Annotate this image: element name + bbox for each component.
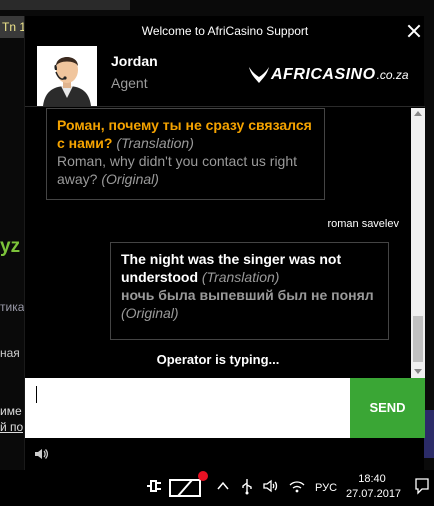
scroll-up-arrow-icon[interactable] — [414, 111, 422, 116]
wifi-icon[interactable] — [288, 478, 306, 494]
input-language[interactable]: РУС — [315, 482, 337, 494]
chat-title: Welcome to AfriCasino Support — [141, 24, 309, 38]
background-image-fragment — [424, 410, 434, 458]
brand-name: AFRICASINO — [271, 66, 376, 83]
message-original: Roman, why didn't you contact us right a… — [57, 153, 298, 187]
scroll-down-arrow-icon[interactable] — [414, 369, 422, 374]
brand-suffix: .co.za — [376, 68, 409, 82]
clock-time: 18:40 — [358, 473, 386, 485]
agent-name: Jordan — [111, 53, 158, 69]
background-link-fragment[interactable]: й по — [0, 420, 23, 434]
avatar — [37, 46, 97, 106]
chat-title-bar: Welcome to AfriCasino Support — [25, 16, 425, 46]
background-text-fragment: yz — [0, 236, 21, 257]
close-icon[interactable] — [407, 24, 421, 38]
background-text-fragment[interactable]: ная — [0, 346, 20, 360]
volume-icon[interactable] — [262, 478, 280, 494]
header-divider — [25, 106, 425, 107]
message-input[interactable] — [25, 378, 350, 438]
message-scrollbar[interactable] — [411, 108, 425, 378]
message-list: Роман, почему ты не сразу связался с нам… — [25, 108, 411, 376]
agent-role: Agent — [111, 75, 148, 91]
background-logo-fragment: Tn 11 — [0, 16, 24, 38]
notification-badge — [198, 471, 208, 481]
horns-icon — [249, 67, 269, 83]
original-tag: (Original) — [101, 171, 159, 187]
message-sender: roman savelev — [327, 218, 399, 230]
speaker-icon[interactable] — [33, 446, 49, 462]
text-caret — [36, 386, 37, 403]
original-tag: (Original) — [121, 305, 179, 321]
background-text-fragment: име — [0, 404, 22, 418]
user-message: The night was the singer was not underst… — [110, 242, 389, 340]
support-chat-window: Welcome to AfriCasino Support Jordan Age… — [24, 16, 425, 470]
clock-date: 27.07.2017 — [346, 488, 402, 500]
translation-tag: (Translation) — [201, 269, 280, 285]
action-center-icon[interactable] — [414, 477, 430, 495]
agent-message: Роман, почему ты не сразу связался с нам… — [46, 108, 325, 200]
message-original: ночь была выпевший был не понял — [121, 287, 374, 303]
taskbar: РУС 18:40 27.07.2017 — [0, 470, 434, 506]
translation-tag: (Translation) — [116, 135, 194, 151]
power-plug-icon[interactable] — [146, 476, 166, 496]
scroll-thumb[interactable] — [413, 316, 423, 362]
typing-indicator: Operator is typing... — [156, 352, 280, 367]
background-top-strip — [0, 0, 130, 10]
send-button[interactable]: SEND — [350, 378, 425, 438]
background-text-fragment[interactable]: тика — [0, 300, 24, 314]
africasino-logo: AFRICASINO .co.za — [247, 64, 409, 86]
taskbar-clock[interactable]: 18:40 27.07.2017 — [346, 472, 402, 502]
composer: SEND — [25, 378, 425, 438]
usb-icon[interactable] — [238, 477, 256, 495]
show-hidden-icons-icon[interactable] — [216, 479, 230, 493]
